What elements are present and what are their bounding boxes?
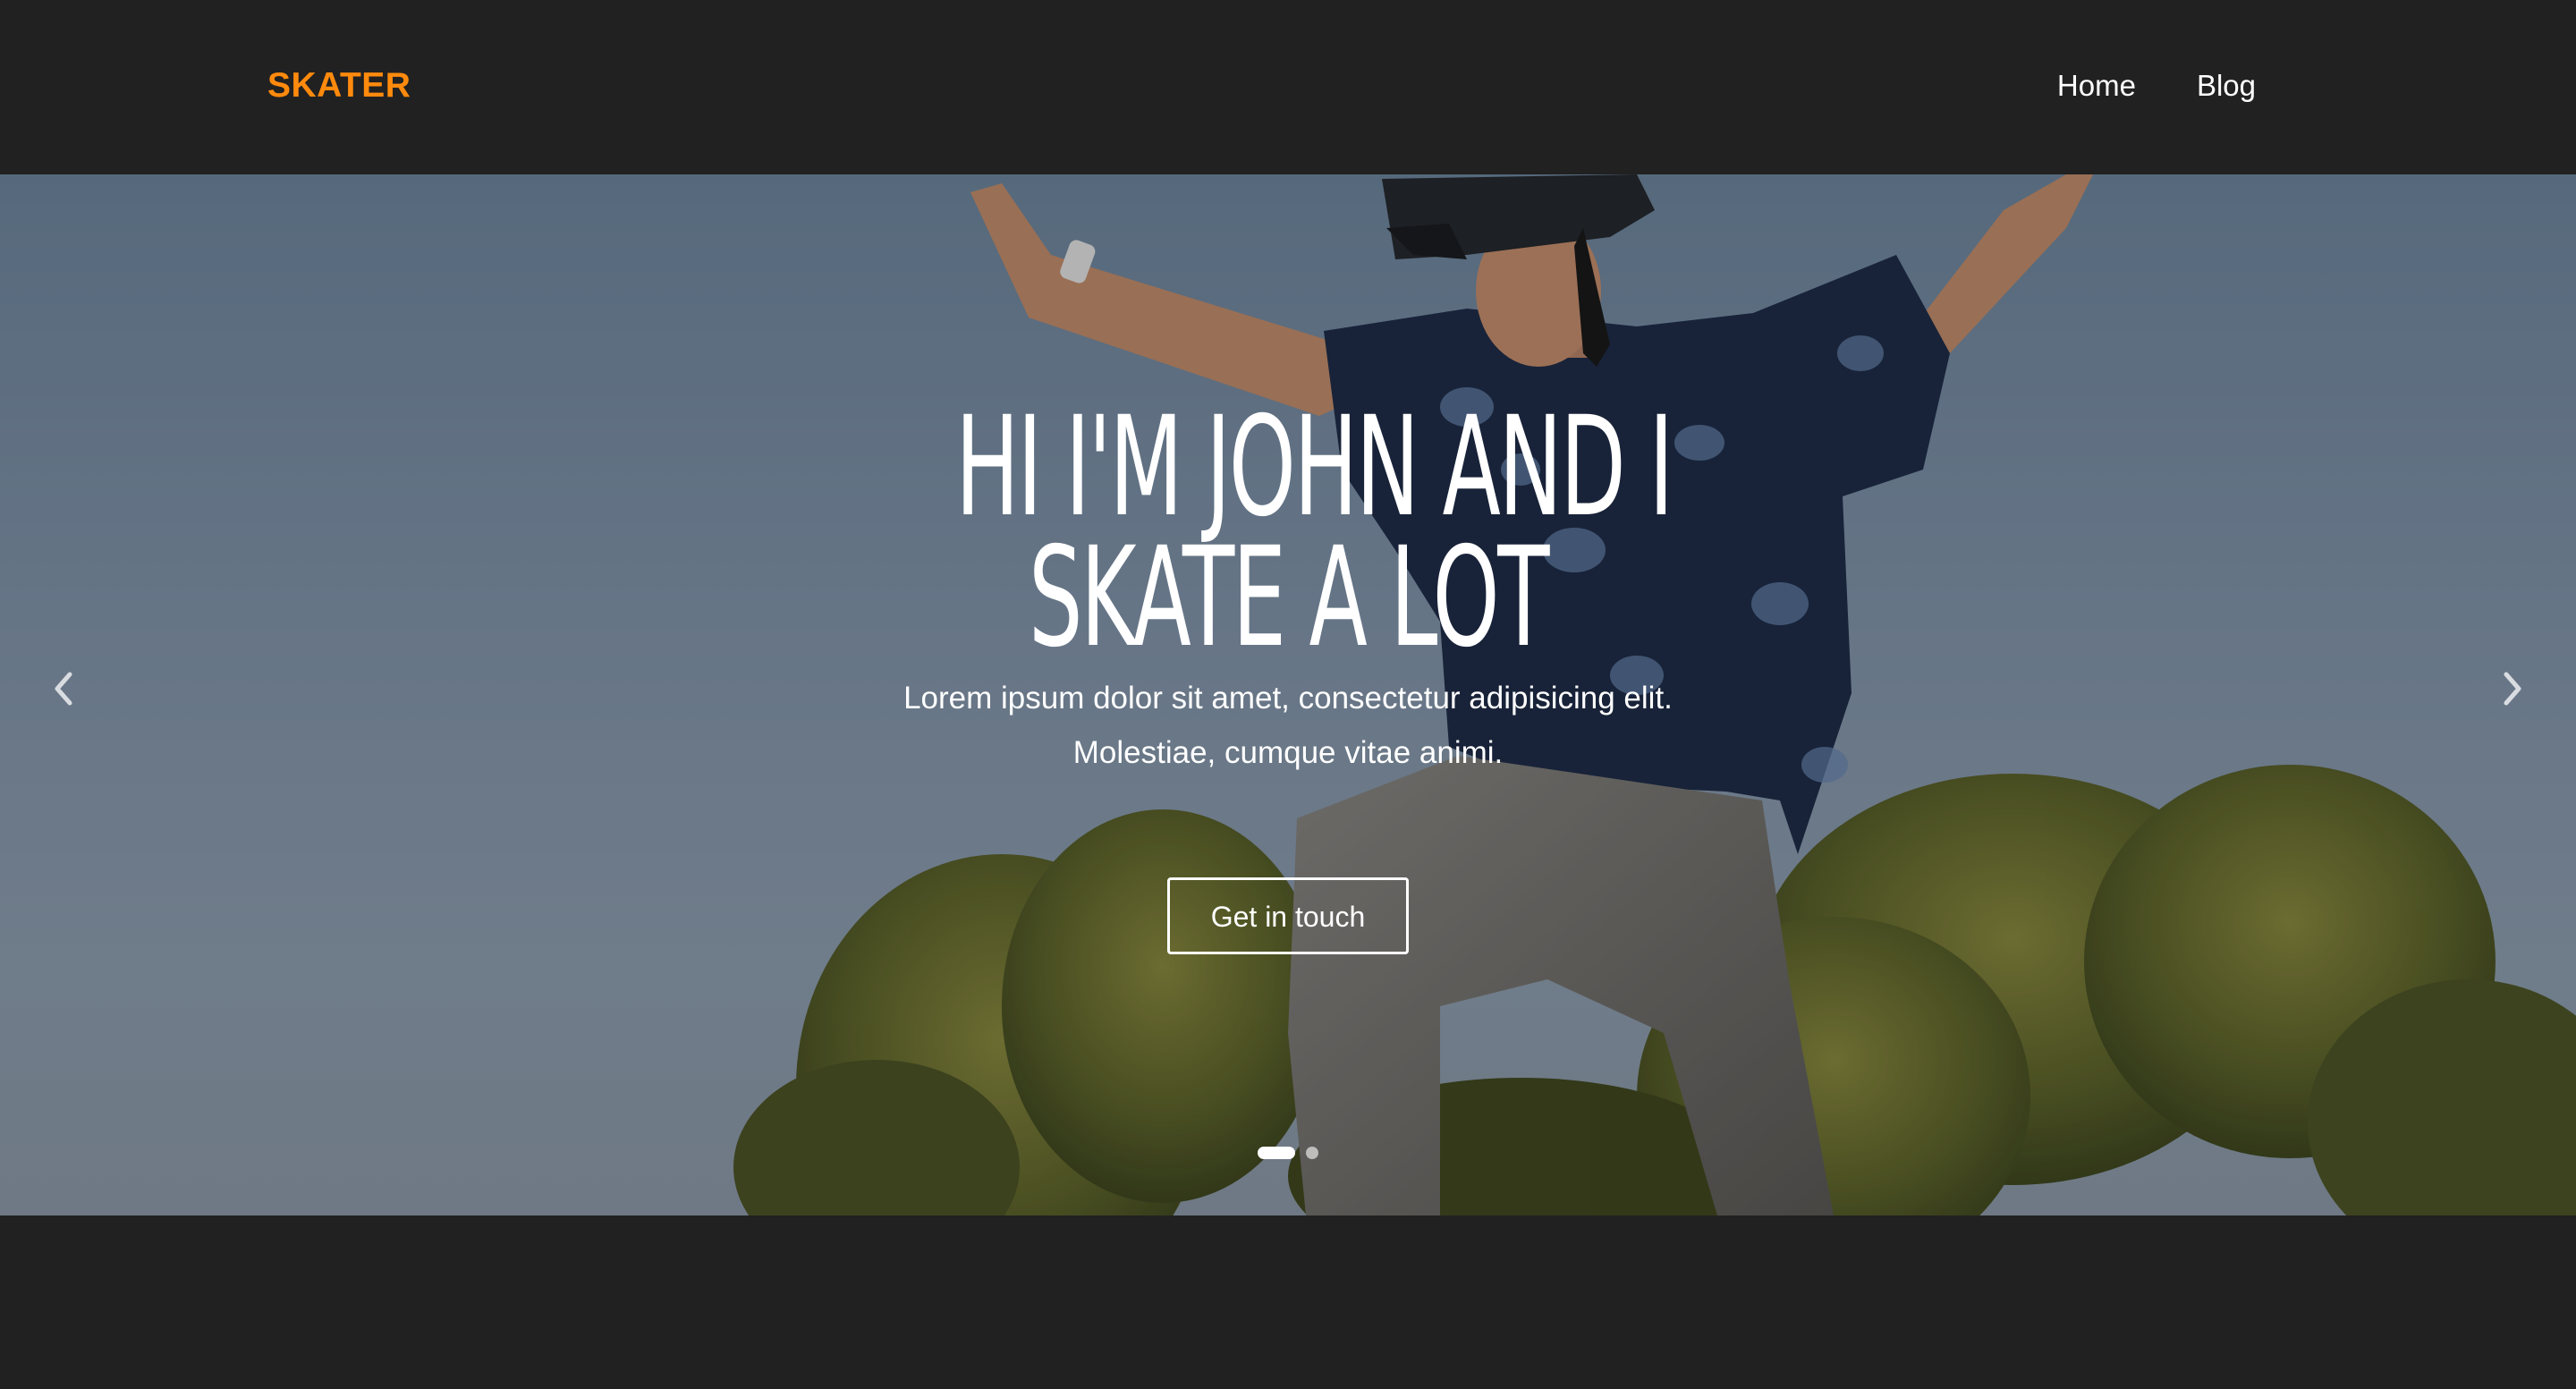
page-bottom-section (0, 1215, 2576, 1389)
carousel-next-button[interactable] (2486, 662, 2539, 716)
navbar: SKATER Home Blog (0, 0, 2576, 174)
carousel-indicator-2[interactable] (1306, 1147, 1318, 1159)
carousel-indicator-1[interactable] (1258, 1147, 1295, 1159)
carousel-indicators (1258, 1147, 1318, 1159)
nav-links: Home Blog (2057, 64, 2256, 107)
chevron-right-icon (2504, 672, 2521, 706)
nav-link-blog[interactable]: Blog (2197, 64, 2256, 107)
hero-subtitle: Lorem ipsum dolor sit amet, consectetur … (751, 671, 1825, 780)
hero-title-line-1: HI I'M JOHN AND I (955, 387, 1674, 547)
hero-subtitle-line-2: Molestiae, cumque vitae animi. (1072, 735, 1504, 770)
get-in-touch-button[interactable]: Get in touch (1167, 877, 1409, 954)
nav-link-home[interactable]: Home (2057, 64, 2136, 107)
hero-subtitle-line-1: Lorem ipsum dolor sit amet, consectetur … (903, 681, 1673, 716)
carousel-prev-button[interactable] (37, 662, 90, 716)
chevron-left-icon (55, 672, 72, 706)
hero-carousel: HI I'M JOHN AND I SKATE A LOT Lorem ipsu… (0, 174, 2576, 1215)
hero-content: HI I'M JOHN AND I SKATE A LOT Lorem ipsu… (751, 387, 1825, 780)
hero-title: HI I'M JOHN AND I SKATE A LOT (955, 387, 1674, 678)
brand-logo[interactable]: SKATER (267, 64, 411, 107)
hero-title-line-2: SKATE A LOT (1028, 518, 1550, 678)
